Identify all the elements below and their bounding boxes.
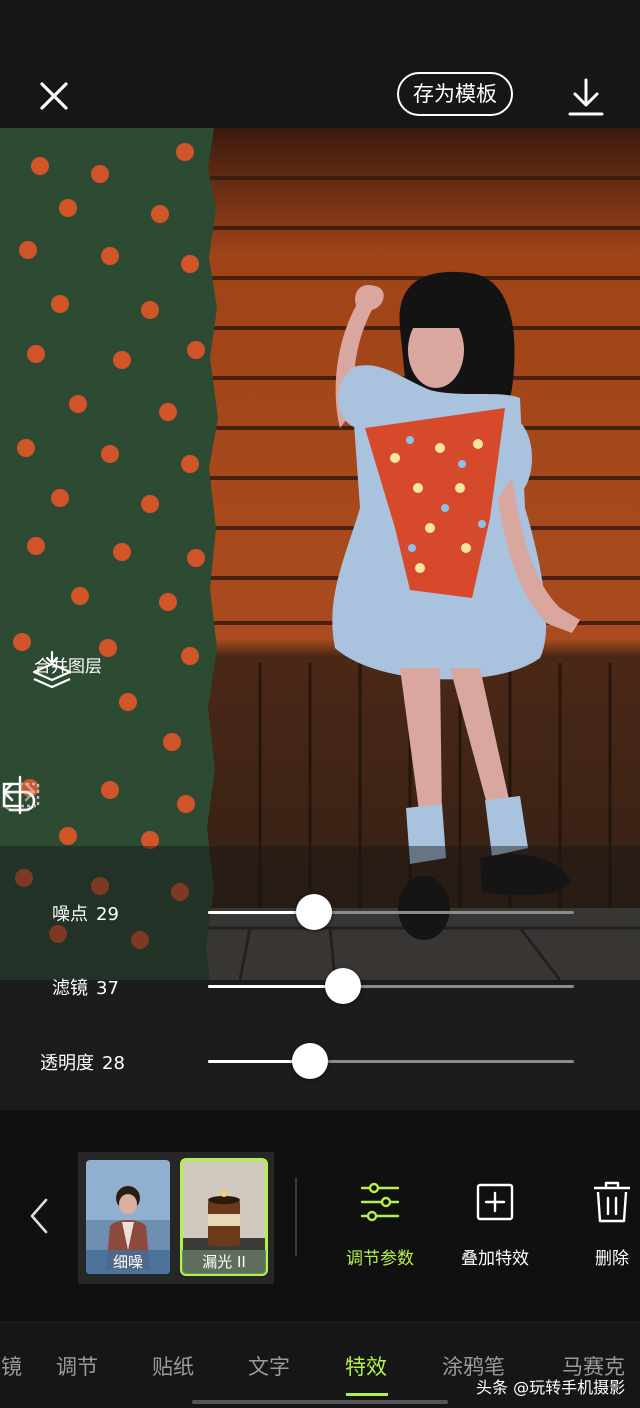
slider-noise-thumb[interactable] [296,894,333,930]
close-icon[interactable] [34,76,74,116]
chevron-left-icon[interactable] [26,1196,52,1236]
slider-noise-track[interactable] [208,894,574,930]
top-bar: 存为模板 [0,0,640,128]
add-effect-button[interactable]: 叠加特效 [459,1180,531,1269]
effect-thumb-light-leak-label: 漏光 II [182,1250,266,1274]
slider-filter-track[interactable] [208,968,574,1004]
applied-effects-strip: 细噪 漏光 II [78,1152,274,1284]
slider-opacity-thumb[interactable] [292,1043,329,1079]
effects-bar: 细噪 漏光 II 调节参数 叠加特效 删除 [0,1110,640,1322]
slider-filter-label: 滤镜 [52,978,88,999]
adjust-sliders-panel: 噪点 29 滤镜 37 透明度 28 [0,846,640,1110]
delete-label: 删除 [595,1249,629,1269]
slider-noise-value: 29 [96,904,119,925]
compare-icon[interactable] [0,774,42,816]
divider [295,1178,297,1256]
active-tab-indicator [346,1393,388,1396]
effect-thumb-light-leak[interactable]: 漏光 II [180,1158,268,1276]
trash-icon [594,1181,630,1223]
watermark: 头条 @玩转手机摄影 [476,1378,626,1397]
tab-filter[interactable]: 滤镜 [0,1351,22,1381]
tab-adjust[interactable]: 调节 [56,1351,98,1381]
slider-noise[interactable]: 噪点 29 [0,892,640,932]
slider-opacity-label: 透明度 [40,1053,94,1074]
tab-effects[interactable]: 特效 [345,1351,387,1381]
effect-thumb-fine-noise[interactable]: 细噪 [86,1160,170,1274]
adjust-params-label: 调节参数 [346,1249,414,1269]
download-icon[interactable] [566,76,606,118]
slider-filter-value: 37 [96,978,119,999]
slider-opacity[interactable]: 透明度 28 [0,1041,640,1081]
save-template-button[interactable]: 存为模板 [397,72,513,116]
delete-button[interactable]: 删除 [590,1180,634,1269]
slider-filter-thumb[interactable] [325,968,362,1004]
sliders-icon [360,1182,400,1222]
tab-sticker[interactable]: 贴纸 [152,1351,194,1381]
effect-thumb-fine-noise-label: 细噪 [86,1250,170,1274]
adjust-params-button[interactable]: 调节参数 [344,1180,416,1269]
slider-noise-label: 噪点 [52,904,88,925]
add-square-icon [476,1183,514,1221]
slider-opacity-track[interactable] [208,1043,574,1079]
slider-filter[interactable]: 滤镜 37 [0,966,640,1006]
add-effect-label: 叠加特效 [461,1249,529,1269]
merge-layers-button[interactable]: 合并图层 [30,650,106,689]
slider-filter-fill [208,985,344,988]
layers-icon [32,650,72,689]
home-indicator[interactable] [192,1400,448,1404]
tab-text[interactable]: 文字 [248,1351,290,1381]
slider-opacity-value: 28 [102,1053,125,1074]
